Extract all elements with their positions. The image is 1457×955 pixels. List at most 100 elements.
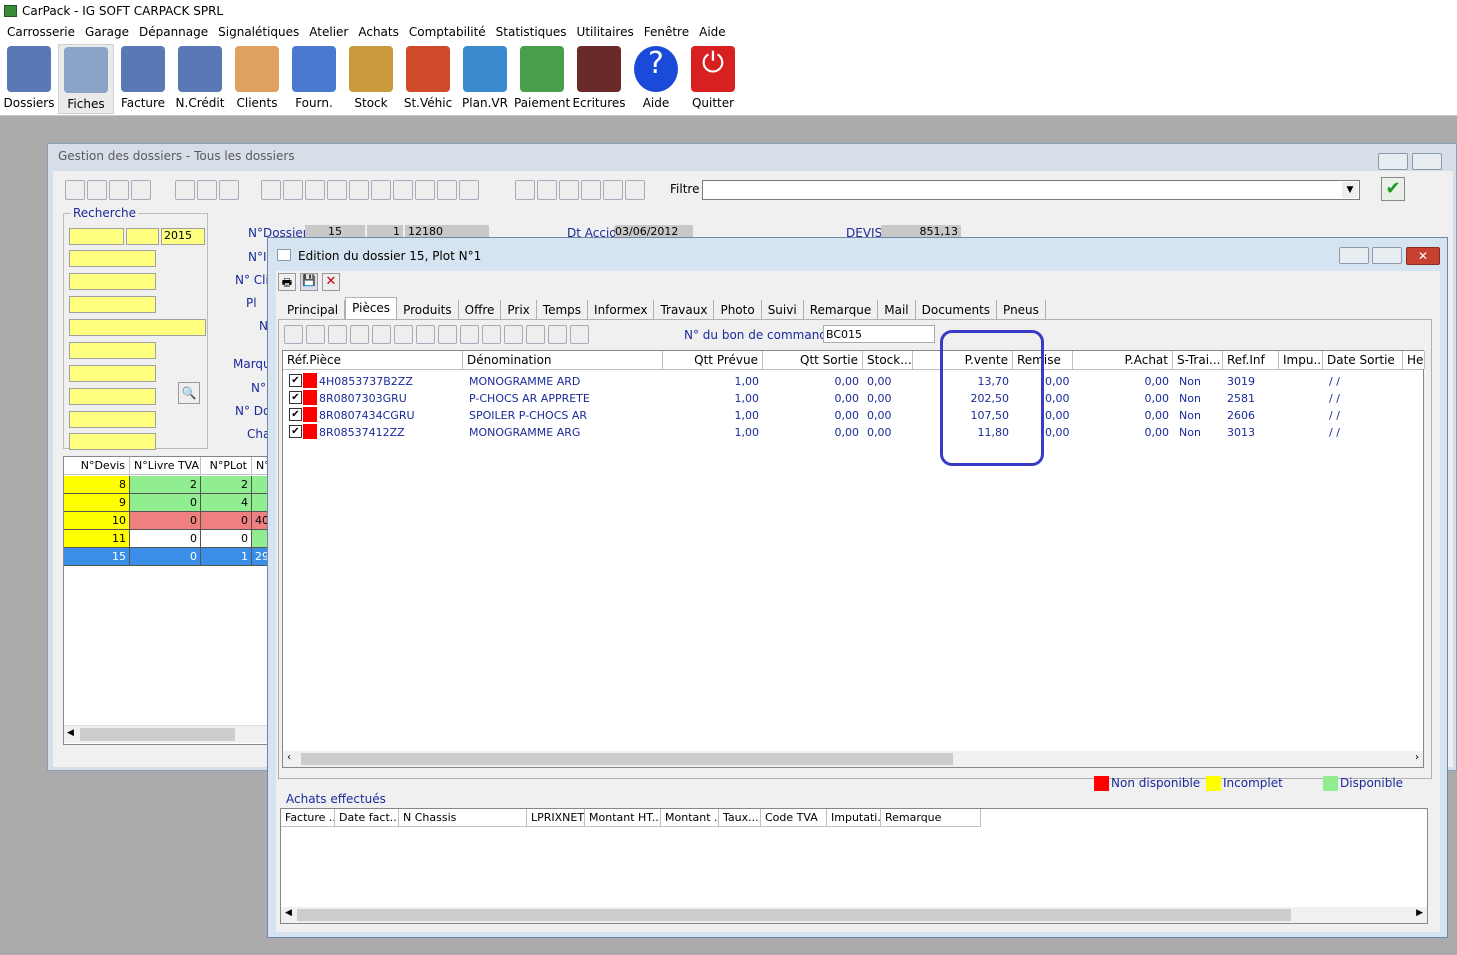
toolbar-button-clients[interactable]: Clients	[229, 44, 285, 114]
menu-item[interactable]: Statistiques	[489, 22, 567, 39]
horizontal-scrollbar[interactable]: ◀ ▶	[281, 907, 1427, 923]
search-field[interactable]	[69, 433, 156, 450]
menu-item[interactable]: Utilitaires	[570, 22, 634, 39]
document-icon[interactable]	[504, 325, 523, 344]
chevron-left-icon[interactable]: ◀	[285, 908, 292, 918]
chevron-left-icon[interactable]: ◀	[67, 728, 74, 738]
search-field[interactable]	[69, 296, 156, 313]
menu-item[interactable]: Carrosserie	[0, 22, 75, 39]
grid-header[interactable]: He	[1403, 351, 1425, 369]
table-row[interactable]: 15 0 1 29	[64, 548, 272, 566]
search-field[interactable]	[69, 388, 156, 405]
search-field[interactable]	[69, 228, 124, 245]
toolbar-button-dossiers[interactable]: Dossiers	[1, 44, 57, 114]
chevron-down-icon[interactable]: ▼	[1342, 182, 1358, 198]
grid-header[interactable]: P.Achat	[1073, 351, 1173, 369]
grid-header[interactable]: Réf.Pièce	[283, 351, 463, 369]
transfer-icon[interactable]	[372, 325, 391, 344]
tab-suivi[interactable]: Suivi	[762, 300, 804, 320]
grid-header[interactable]: Qtt Sortie	[763, 351, 863, 369]
percent-icon[interactable]	[416, 325, 435, 344]
table-header[interactable]: N°Livre TVA	[130, 457, 201, 475]
document-icon[interactable]	[437, 180, 457, 200]
cancel-icon[interactable]: ✕	[322, 273, 340, 291]
maximize-button[interactable]	[1412, 153, 1442, 170]
toolbar-button-facture[interactable]: Facture	[115, 44, 171, 114]
search-field[interactable]	[69, 250, 156, 267]
horizontal-scrollbar[interactable]: ‹ ›	[283, 751, 1423, 767]
car-red-icon[interactable]	[283, 180, 303, 200]
menu-item[interactable]: Aide	[692, 22, 726, 39]
tab-remarque[interactable]: Remarque	[804, 300, 879, 320]
table-header[interactable]: N°Devis	[64, 457, 130, 475]
minimize-button[interactable]	[1378, 153, 1408, 170]
delete-icon[interactable]	[350, 325, 369, 344]
chevron-right-icon[interactable]: ▶	[1416, 908, 1423, 918]
delete-icon[interactable]	[131, 180, 151, 200]
tools-icon[interactable]	[415, 180, 435, 200]
grid-header[interactable]: Impu...	[1279, 351, 1323, 369]
menu-item[interactable]: Fenêtre	[637, 22, 689, 39]
import-icon[interactable]	[175, 180, 195, 200]
table-row[interactable]: 822	[64, 476, 272, 494]
row-checkbox[interactable]: ✔	[289, 374, 302, 387]
achats-header[interactable]: Imputati...	[827, 809, 881, 827]
recycle-icon[interactable]	[460, 325, 479, 344]
achats-header[interactable]: Taux...	[719, 809, 761, 827]
table-row[interactable]: ✔ 8R0807434CGRU SPOILER P-CHOCS AR 1,00 0,00…	[283, 407, 1423, 424]
search-field[interactable]	[69, 365, 156, 382]
grid-header[interactable]	[913, 351, 941, 369]
print-icon[interactable]: 🖶	[278, 273, 296, 291]
email-icon[interactable]	[559, 180, 579, 200]
tab-pneus[interactable]: Pneus	[997, 300, 1046, 320]
menu-item[interactable]: Atelier	[302, 22, 348, 39]
table-row[interactable]: 10 0 0 40	[64, 512, 272, 530]
email-icon[interactable]	[570, 325, 589, 344]
car-icon[interactable]	[261, 180, 281, 200]
scroll-thumb[interactable]	[80, 728, 235, 741]
edit-icon[interactable]	[328, 325, 347, 344]
table-row[interactable]: ✔ 8R0807303GRU P-CHOCS AR APPRETE 1,00 0,00 0…	[283, 390, 1423, 407]
person-icon[interactable]	[305, 180, 325, 200]
search-field[interactable]	[69, 342, 156, 359]
menu-item[interactable]: Dépannage	[132, 22, 208, 39]
chevron-left-icon[interactable]: ‹	[287, 752, 291, 763]
document-icon[interactable]	[526, 325, 545, 344]
search-icon[interactable]: 🔍	[178, 382, 200, 404]
toolbar-button-planvr[interactable]: Plan.VR	[457, 44, 513, 114]
toolbar-button-fourn[interactable]: Fourn.	[286, 44, 342, 114]
grid-header[interactable]: S-Trai...	[1173, 351, 1223, 369]
row-checkbox[interactable]: ✔	[289, 408, 302, 421]
merge-icon[interactable]	[394, 325, 413, 344]
filtre-select[interactable]: ▼	[702, 180, 1360, 200]
toolbar-button-stock[interactable]: Stock	[343, 44, 399, 114]
edit-icon[interactable]	[109, 180, 129, 200]
tab-principal[interactable]: Principal	[281, 300, 346, 320]
achats-header[interactable]: N Chassis	[399, 809, 527, 827]
achats-header[interactable]: Montant HT...	[585, 809, 661, 827]
scroll-thumb[interactable]	[301, 753, 953, 765]
tab-informex[interactable]: Informex	[588, 300, 655, 320]
tab-documents[interactable]: Documents	[916, 300, 998, 320]
row-checkbox[interactable]: ✔	[289, 425, 302, 438]
minimize-button[interactable]	[1339, 247, 1369, 264]
tab-offre[interactable]: Offre	[459, 300, 502, 320]
tab-mail[interactable]: Mail	[878, 300, 916, 320]
achats-header[interactable]: Montant ...	[661, 809, 719, 827]
grid-header[interactable]: Ref.Inf	[1223, 351, 1279, 369]
search-field[interactable]	[126, 228, 159, 245]
menu-item[interactable]: Signalétiques	[211, 22, 299, 39]
menu-item[interactable]: Garage	[78, 22, 129, 39]
anchor-icon[interactable]	[327, 180, 347, 200]
search-field[interactable]	[69, 273, 156, 290]
achats-header[interactable]: Date fact...	[335, 809, 399, 827]
year-field[interactable]: 2015	[161, 228, 205, 245]
achats-header[interactable]: Code TVA	[761, 809, 827, 827]
new-icon[interactable]	[65, 180, 85, 200]
toolbar-button-ecritures[interactable]: Ecritures	[571, 44, 627, 114]
transfer-icon[interactable]	[219, 180, 239, 200]
tag-icon[interactable]	[537, 180, 557, 200]
table-row[interactable]: 11 0 0	[64, 530, 272, 548]
globe-icon[interactable]	[581, 180, 601, 200]
horizontal-scrollbar[interactable]: ◀	[64, 725, 272, 743]
